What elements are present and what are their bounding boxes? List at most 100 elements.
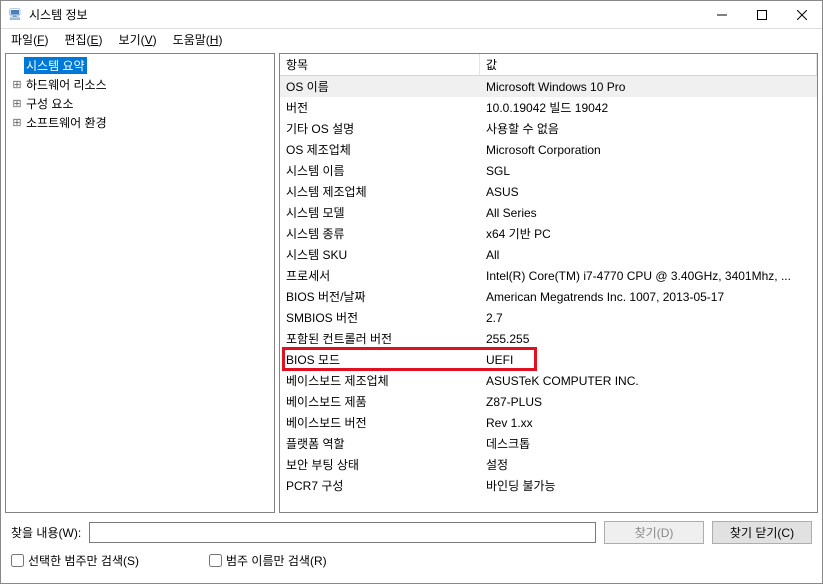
tree-item-label: 소프트웨어 환경 [24, 114, 109, 131]
row-value: Intel(R) Core(TM) i7-4770 CPU @ 3.40GHz,… [480, 269, 817, 283]
minimize-button[interactable] [702, 1, 742, 29]
category-tree[interactable]: 시스템 요약 ⊞하드웨어 리소스⊞구성 요소⊞소프트웨어 환경 [5, 53, 275, 513]
menu-file[interactable]: 파일(F) [5, 30, 54, 49]
checkbox-selected-only[interactable] [11, 554, 24, 567]
row-key: 시스템 제조업체 [280, 183, 480, 200]
row-value: UEFI [480, 353, 817, 367]
table-row[interactable]: 시스템 제조업체ASUS [280, 181, 817, 202]
table-row[interactable]: 기타 OS 설명사용할 수 없음 [280, 118, 817, 139]
table-row[interactable]: SMBIOS 버전2.7 [280, 307, 817, 328]
tree-item[interactable]: ⊞소프트웨어 환경 [6, 113, 274, 132]
table-row[interactable]: OS 이름Microsoft Windows 10 Pro [280, 76, 817, 97]
content-area: 시스템 요약 ⊞하드웨어 리소스⊞구성 요소⊞소프트웨어 환경 항목 값 OS … [1, 49, 822, 517]
row-key: 버전 [280, 99, 480, 116]
tree-item-label: 하드웨어 리소스 [24, 76, 109, 93]
checkbox-names-only[interactable] [209, 554, 222, 567]
row-value: 설정 [480, 456, 817, 473]
row-key: BIOS 버전/날짜 [280, 288, 480, 305]
menu-help[interactable]: 도움말(H) [167, 30, 229, 49]
row-value: Microsoft Windows 10 Pro [480, 80, 817, 94]
list-body[interactable]: OS 이름Microsoft Windows 10 Pro버전10.0.1904… [280, 76, 817, 512]
tree-expander-icon[interactable]: ⊞ [10, 97, 24, 110]
search-label: 찾을 내용(W): [11, 524, 81, 541]
row-value: 255.255 [480, 332, 817, 346]
check-selected-only[interactable]: 선택한 범주만 검색(S) [11, 552, 139, 569]
table-row[interactable]: 프로세서Intel(R) Core(TM) i7-4770 CPU @ 3.40… [280, 265, 817, 286]
row-key: 시스템 SKU [280, 246, 480, 263]
row-key: OS 이름 [280, 78, 480, 95]
row-value: ASUS [480, 185, 817, 199]
row-key: 보안 부팅 상태 [280, 456, 480, 473]
details-list: 항목 값 OS 이름Microsoft Windows 10 Pro버전10.0… [279, 53, 818, 513]
row-key: 기타 OS 설명 [280, 120, 480, 137]
search-input[interactable] [89, 522, 596, 543]
search-row: 찾을 내용(W): 찾기(D) 찾기 닫기(C) [11, 521, 812, 544]
table-row[interactable]: 시스템 SKUAll [280, 244, 817, 265]
menubar: 파일(F) 편집(E) 보기(V) 도움말(H) [1, 29, 822, 49]
row-value: All [480, 248, 817, 262]
titlebar: 🖥 시스템 정보 [1, 1, 822, 29]
row-value: 데스크톱 [480, 435, 817, 452]
row-value: 바인딩 불가능 [480, 477, 817, 494]
column-header-item[interactable]: 항목 [280, 54, 480, 75]
row-value: 10.0.19042 빌드 19042 [480, 99, 817, 116]
row-value: American Megatrends Inc. 1007, 2013-05-1… [480, 290, 817, 304]
close-find-button[interactable]: 찾기 닫기(C) [712, 521, 812, 544]
row-value: All Series [480, 206, 817, 220]
maximize-button[interactable] [742, 1, 782, 29]
row-key: 프로세서 [280, 267, 480, 284]
tree-root-label: 시스템 요약 [24, 57, 87, 74]
row-value: 2.7 [480, 311, 817, 325]
find-button[interactable]: 찾기(D) [604, 521, 704, 544]
row-key: 시스템 이름 [280, 162, 480, 179]
row-key: 시스템 종류 [280, 225, 480, 242]
menu-view[interactable]: 보기(V) [113, 30, 163, 49]
table-row[interactable]: 시스템 이름SGL [280, 160, 817, 181]
row-key: BIOS 모드 [280, 351, 480, 368]
app-icon: 🖥 [7, 7, 23, 23]
check-names-only[interactable]: 범주 이름만 검색(R) [209, 552, 327, 569]
window-title: 시스템 정보 [29, 6, 702, 23]
table-row[interactable]: 시스템 종류x64 기반 PC [280, 223, 817, 244]
table-row[interactable]: 플랫폼 역할데스크톱 [280, 433, 817, 454]
row-key: 베이스보드 버전 [280, 414, 480, 431]
tree-expander-icon[interactable]: ⊞ [10, 78, 24, 91]
table-row[interactable]: 베이스보드 제품Z87-PLUS [280, 391, 817, 412]
table-row[interactable]: 포함된 컨트롤러 버전255.255 [280, 328, 817, 349]
table-row[interactable]: 버전10.0.19042 빌드 19042 [280, 97, 817, 118]
table-row[interactable]: PCR7 구성바인딩 불가능 [280, 475, 817, 496]
close-button[interactable] [782, 1, 822, 29]
table-row[interactable]: BIOS 모드UEFI [280, 349, 817, 370]
list-header: 항목 값 [280, 54, 817, 76]
table-row[interactable]: 베이스보드 버전Rev 1.xx [280, 412, 817, 433]
menu-edit[interactable]: 편집(E) [58, 30, 108, 49]
table-row[interactable]: OS 제조업체Microsoft Corporation [280, 139, 817, 160]
tree-root[interactable]: 시스템 요약 [6, 56, 274, 75]
table-row[interactable]: 시스템 모델All Series [280, 202, 817, 223]
table-row[interactable]: 보안 부팅 상태설정 [280, 454, 817, 475]
row-key: SMBIOS 버전 [280, 309, 480, 326]
tree-item[interactable]: ⊞하드웨어 리소스 [6, 75, 274, 94]
row-key: OS 제조업체 [280, 141, 480, 158]
row-value: Microsoft Corporation [480, 143, 817, 157]
row-value: 사용할 수 없음 [480, 120, 817, 137]
row-value: ASUSTeK COMPUTER INC. [480, 374, 817, 388]
row-key: PCR7 구성 [280, 477, 480, 494]
column-header-value[interactable]: 값 [480, 54, 817, 75]
window-controls [702, 1, 822, 29]
tree-item-label: 구성 요소 [24, 95, 76, 112]
table-row[interactable]: 베이스보드 제조업체ASUSTeK COMPUTER INC. [280, 370, 817, 391]
row-key: 포함된 컨트롤러 버전 [280, 330, 480, 347]
row-key: 플랫폼 역할 [280, 435, 480, 452]
row-value: Z87-PLUS [480, 395, 817, 409]
table-row[interactable]: BIOS 버전/날짜American Megatrends Inc. 1007,… [280, 286, 817, 307]
row-value: Rev 1.xx [480, 416, 817, 430]
tree-expander-icon[interactable]: ⊞ [10, 116, 24, 129]
row-key: 베이스보드 제품 [280, 393, 480, 410]
row-key: 시스템 모델 [280, 204, 480, 221]
row-key: 베이스보드 제조업체 [280, 372, 480, 389]
row-value: x64 기반 PC [480, 225, 817, 242]
bottom-panel: 찾을 내용(W): 찾기(D) 찾기 닫기(C) 선택한 범주만 검색(S) 범… [1, 517, 822, 579]
tree-item[interactable]: ⊞구성 요소 [6, 94, 274, 113]
row-value: SGL [480, 164, 817, 178]
